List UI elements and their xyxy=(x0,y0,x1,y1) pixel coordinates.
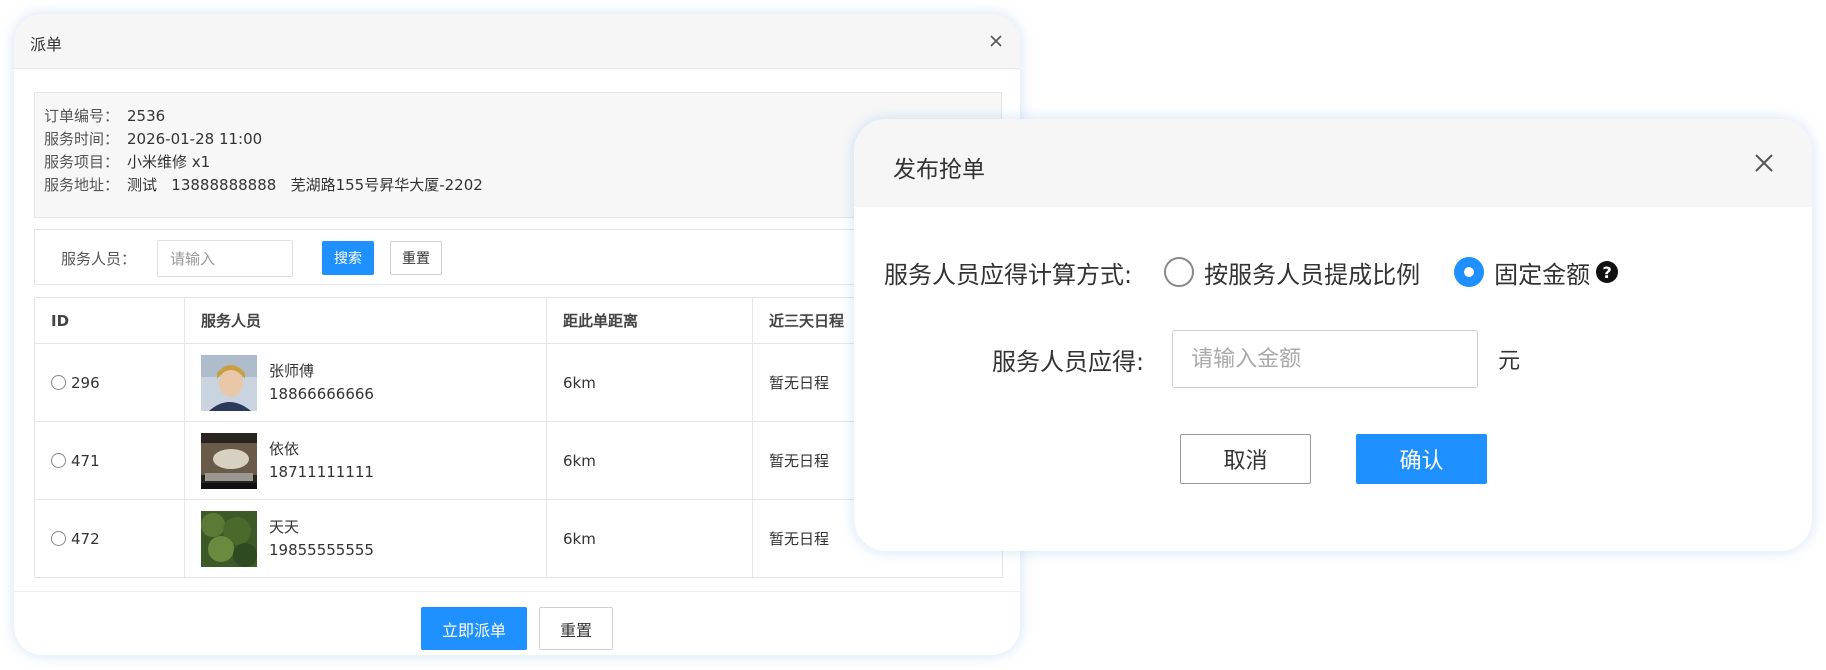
option-ratio-label: 按服务人员提成比例 xyxy=(1204,260,1421,289)
service-address-label: 服务地址： xyxy=(44,176,120,194)
service-time-value: 2026-01-28 11:00 xyxy=(127,130,263,148)
staff-cell: 依依 18711111111 xyxy=(184,421,547,500)
dispatch-dialog-footer: 立即派单 重置 xyxy=(14,591,1020,655)
confirm-button[interactable]: 确认 xyxy=(1356,434,1487,484)
service-address-row: 服务地址： 测试 13888888888 芜湖路155号昇华大厦-2202 xyxy=(44,174,483,195)
col-header-staff: 服务人员 xyxy=(184,297,547,344)
close-icon[interactable] xyxy=(986,31,1006,51)
search-button[interactable]: 搜索 xyxy=(322,241,374,275)
calc-method-row: 服务人员应得计算方式: 按服务人员提成比例 固定金额 ? xyxy=(884,252,1619,292)
staff-name: 张师傅 xyxy=(269,361,315,380)
dispatch-dialog-header: 派单 xyxy=(14,14,1020,69)
option-fixed[interactable]: 固定金额 ? xyxy=(1454,255,1619,290)
dispatch-now-button[interactable]: 立即派单 xyxy=(421,607,527,650)
staff-phone: 19855555555 xyxy=(269,540,374,559)
option-ratio[interactable]: 按服务人员提成比例 xyxy=(1164,255,1420,290)
col-header-distance: 距此单距离 xyxy=(546,297,753,344)
staff-id: 472 xyxy=(71,529,100,548)
radio-fixed[interactable] xyxy=(1454,257,1485,287)
staff-info: 天天 19855555555 xyxy=(201,510,546,567)
select-radio[interactable] xyxy=(51,452,66,468)
avatar xyxy=(201,432,257,489)
service-item-label: 服务项目： xyxy=(44,153,120,171)
cancel-button[interactable]: 取消 xyxy=(1180,434,1311,484)
option-fixed-label: 固定金额 xyxy=(1494,260,1591,289)
id-cell[interactable]: 471 xyxy=(34,421,185,500)
avatar xyxy=(201,510,257,567)
amount-label: 服务人员应得: xyxy=(992,347,1145,376)
staff-phone: 18866666666 xyxy=(269,384,374,403)
staff-phone: 18711111111 xyxy=(269,462,374,481)
order-number-label: 订单编号： xyxy=(44,107,120,125)
staff-name: 依依 xyxy=(269,439,300,458)
staff-search-input[interactable] xyxy=(157,240,293,277)
order-number-value: 2536 xyxy=(127,107,166,125)
order-number-row: 订单编号： 2536 xyxy=(44,105,165,126)
radio-ratio[interactable] xyxy=(1164,257,1195,287)
calc-method-label: 服务人员应得计算方式: xyxy=(884,260,1133,289)
close-icon[interactable] xyxy=(1752,151,1776,175)
staff-cell: 张师傅 18866666666 xyxy=(184,343,547,422)
service-time-label: 服务时间： xyxy=(44,130,120,148)
distance-cell: 6km xyxy=(546,343,753,422)
avatar xyxy=(201,354,257,411)
service-time-row: 服务时间： 2026-01-28 11:00 xyxy=(44,128,262,149)
footer-reset-button[interactable]: 重置 xyxy=(539,607,613,650)
service-item-value: 小米维修 x1 xyxy=(127,153,211,171)
staff-name: 天天 xyxy=(269,517,300,536)
amount-input[interactable] xyxy=(1172,330,1479,388)
id-cell[interactable]: 296 xyxy=(34,343,185,422)
search-reset-button[interactable]: 重置 xyxy=(390,241,442,275)
select-radio[interactable] xyxy=(51,530,66,546)
staff-id: 296 xyxy=(71,373,100,392)
grab-dialog-header: 发布抢单 xyxy=(854,119,1812,207)
staff-info: 张师傅 18866666666 xyxy=(201,354,546,411)
service-address-value: 测试 13888888888 芜湖路155号昇华大厦-2202 xyxy=(127,176,483,194)
col-header-id: ID xyxy=(34,297,185,344)
help-icon[interactable]: ? xyxy=(1596,261,1619,283)
dispatch-dialog-title: 派单 xyxy=(30,35,63,54)
grab-dialog-title: 发布抢单 xyxy=(893,157,985,183)
distance-cell: 6km xyxy=(546,421,753,500)
amount-row: 服务人员应得: 元 xyxy=(992,330,1520,388)
distance-cell: 6km xyxy=(546,499,753,578)
publish-grab-dialog: 发布抢单 服务人员应得计算方式: 按服务人员提成比例 固定金额 ? 服务人员应得… xyxy=(854,119,1812,551)
amount-unit: 元 xyxy=(1498,349,1521,374)
staff-search-label: 服务人员： xyxy=(61,250,137,268)
staff-id: 471 xyxy=(71,451,100,470)
service-item-row: 服务项目： 小米维修 x1 xyxy=(44,151,210,172)
staff-info: 依依 18711111111 xyxy=(201,432,546,489)
staff-cell: 天天 19855555555 xyxy=(184,499,547,578)
select-radio[interactable] xyxy=(51,374,66,390)
id-cell[interactable]: 472 xyxy=(34,499,185,578)
